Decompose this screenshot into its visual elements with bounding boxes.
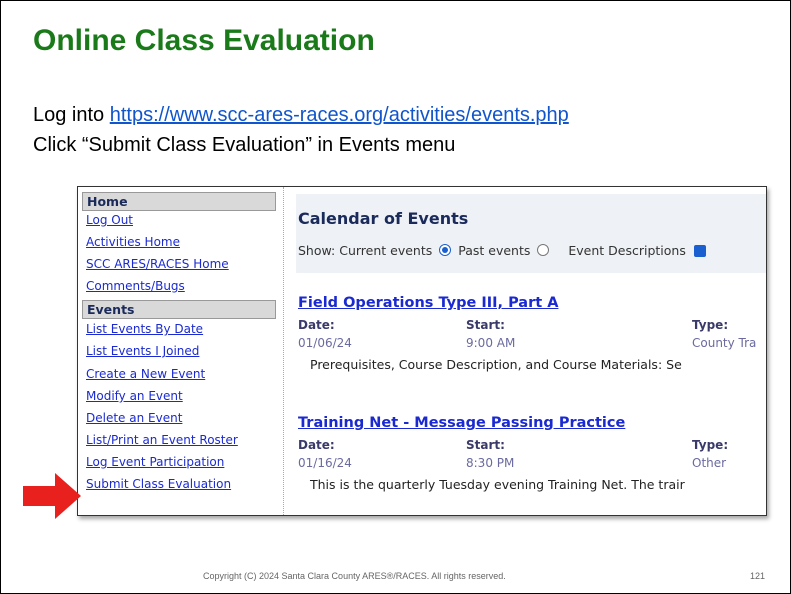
past-events-radio[interactable] <box>537 244 550 256</box>
event-start-value: 8:30 PM <box>466 456 515 470</box>
event-date-label: Date: <box>298 438 335 452</box>
column-divider <box>283 187 284 515</box>
sidebar-item-comments-bugs[interactable]: Comments/Bugs <box>86 279 185 293</box>
events-url-link[interactable]: https://www.scc-ares-races.org/activitie… <box>110 104 569 126</box>
event-descriptions-checkbox[interactable] <box>693 245 706 257</box>
sidebar-header-events: Events <box>82 300 276 319</box>
red-pointer-arrow-icon <box>23 473 81 519</box>
event-type-label: Type: <box>692 438 729 452</box>
sidebar-item-modify-event[interactable]: Modify an Event <box>86 389 183 403</box>
event-type-value: Other <box>692 456 727 470</box>
event-start-label: Start: <box>466 318 505 332</box>
sidebar-item-log-participation[interactable]: Log Event Participation <box>86 455 224 469</box>
slide-title: Online Class Evaluation <box>33 24 375 57</box>
sidebar-item-delete-event[interactable]: Delete an Event <box>86 411 182 425</box>
event-description: This is the quarterly Tuesday evening Tr… <box>310 477 685 492</box>
past-events-label: Past events <box>458 243 531 258</box>
event-start-value: 9:00 AM <box>466 336 516 350</box>
sidebar-item-submit-evaluation[interactable]: Submit Class Evaluation <box>86 477 231 491</box>
calendar-title: Calendar of Events <box>298 209 469 228</box>
event-type-value: County Tra <box>692 336 757 350</box>
instruction-line-2: Click “Submit Class Evaluation” in Event… <box>33 134 456 156</box>
sidebar-item-scc-home[interactable]: SCC ARES/RACES Home <box>86 257 229 271</box>
event-start-label: Start: <box>466 438 505 452</box>
show-filter-row: Show: Current events Past events Event D… <box>298 243 706 258</box>
website-screenshot: Home Log Out Activities Home SCC ARES/RA… <box>77 186 767 516</box>
sidebar-item-list-by-date[interactable]: List Events By Date <box>86 322 203 336</box>
event-description: Prerequisites, Course Description, and C… <box>310 357 682 372</box>
sidebar-item-activities-home[interactable]: Activities Home <box>86 235 180 249</box>
event-type-label: Type: <box>692 318 729 332</box>
event-date-label: Date: <box>298 318 335 332</box>
current-events-radio[interactable] <box>439 244 452 256</box>
copyright-footer: Copyright (C) 2024 Santa Clara County AR… <box>203 571 506 581</box>
event-title-link[interactable]: Training Net - Message Passing Practice <box>298 415 625 431</box>
sidebar-item-create-event[interactable]: Create a New Event <box>86 367 205 381</box>
instruction-line-1: Log into https://www.scc-ares-races.org/… <box>33 104 569 127</box>
sidebar-menu: Home Log Out Activities Home SCC ARES/RA… <box>78 187 278 515</box>
event-date-value: 01/06/24 <box>298 336 352 350</box>
sidebar-item-list-joined[interactable]: List Events I Joined <box>86 344 199 358</box>
sidebar-header-home: Home <box>82 192 276 211</box>
sidebar-item-log-out[interactable]: Log Out <box>86 213 133 227</box>
show-current-label: Show: Current events <box>298 243 433 258</box>
instruction-prefix: Log into <box>33 104 110 126</box>
event-descriptions-label: Event Descriptions <box>568 243 686 258</box>
event-date-value: 01/16/24 <box>298 456 352 470</box>
page-number: 121 <box>750 571 766 581</box>
calendar-panel: Calendar of Events Show: Current events … <box>296 187 766 515</box>
calendar-header-band <box>296 194 766 273</box>
event-title-link[interactable]: Field Operations Type III, Part A <box>298 295 558 311</box>
sidebar-item-print-roster[interactable]: List/Print an Event Roster <box>86 433 238 447</box>
